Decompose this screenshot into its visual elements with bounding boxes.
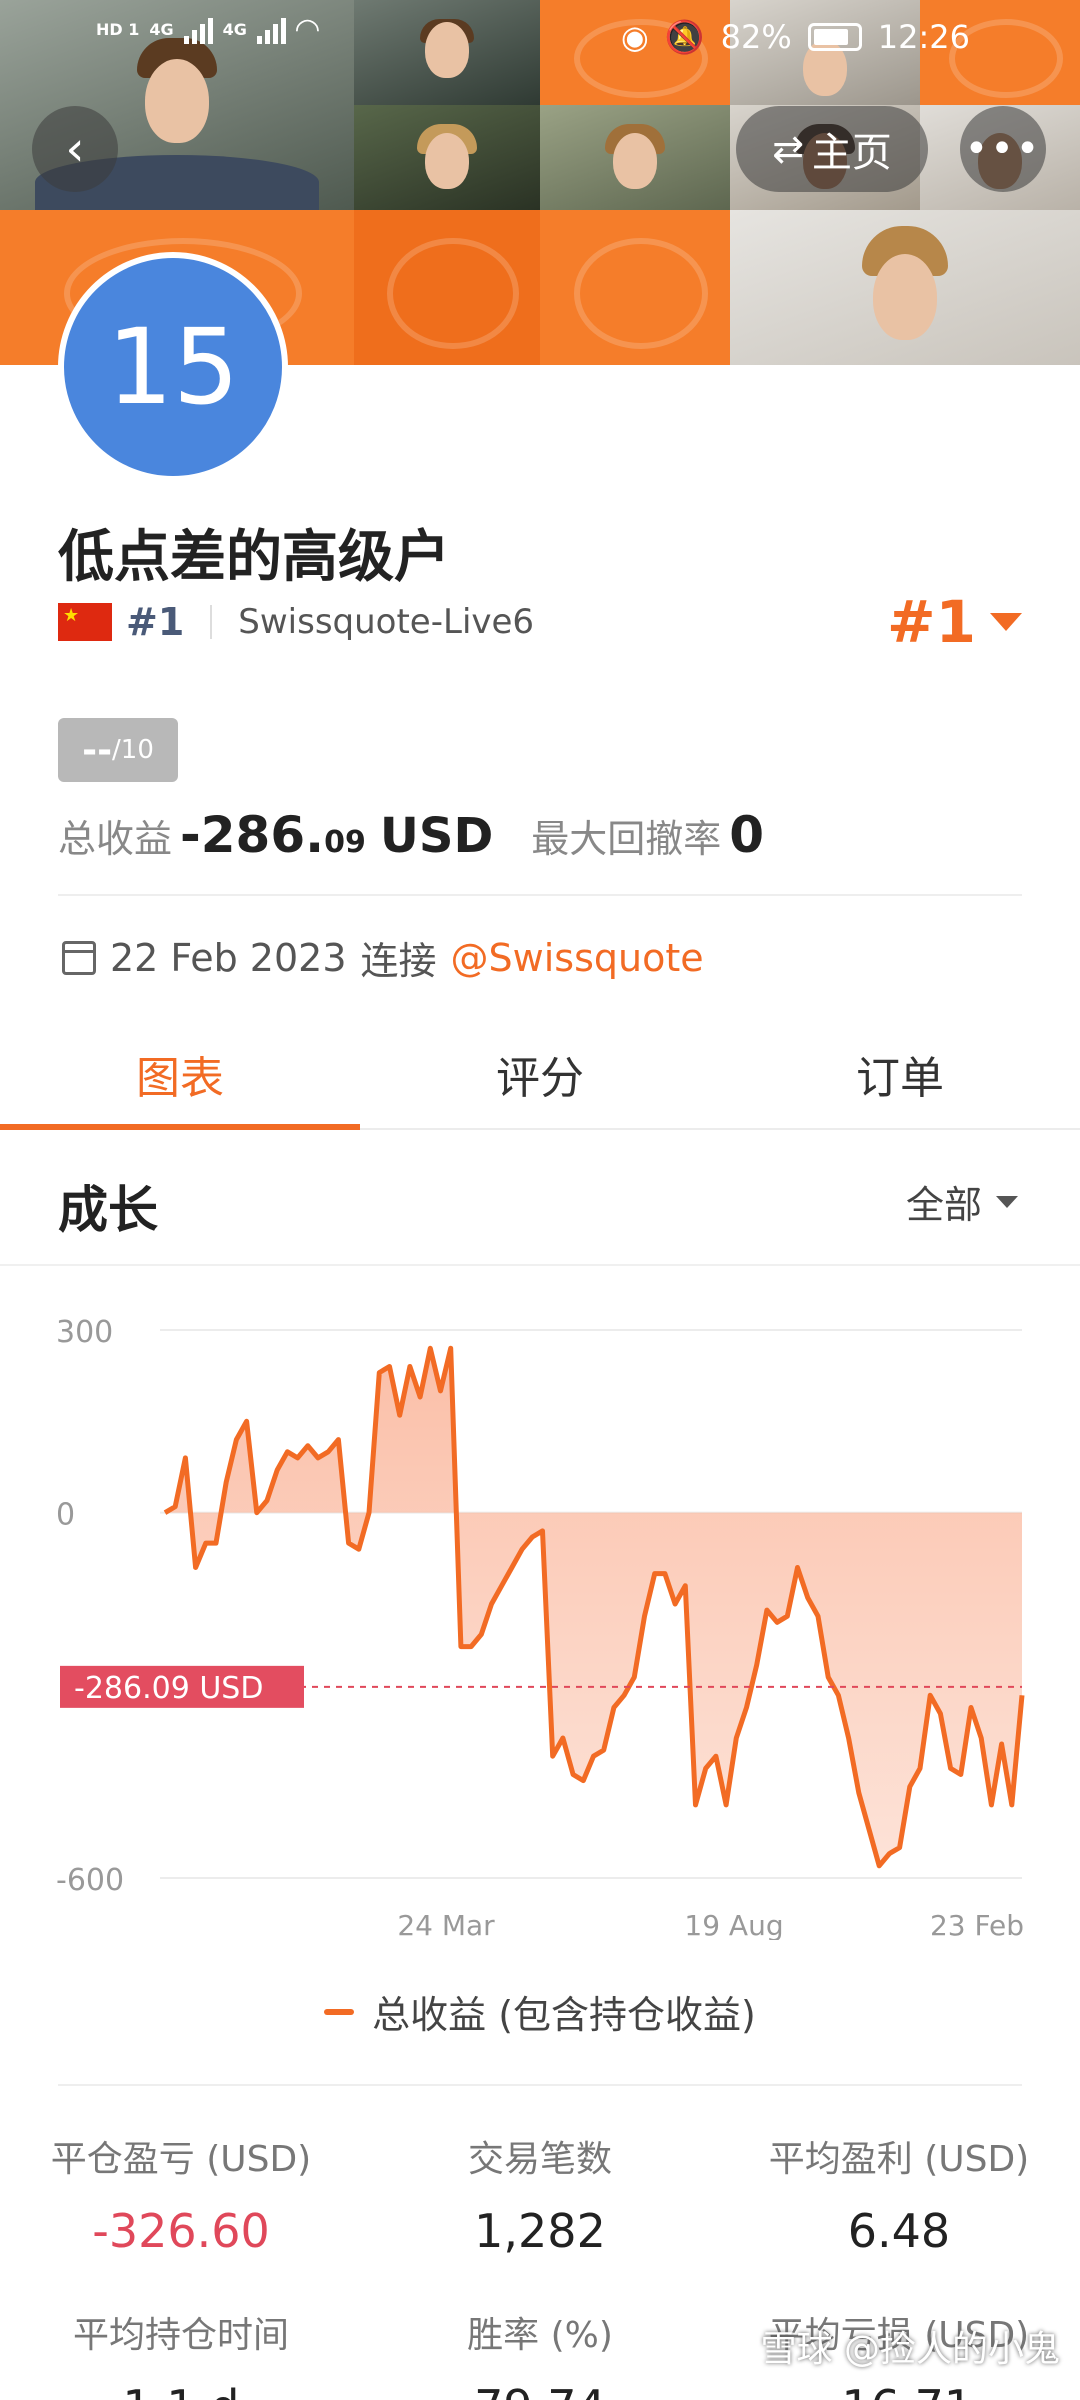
connect-date: 22 Feb 2023 [110, 935, 347, 980]
y-tick-label: 300 [56, 1315, 113, 1350]
banner-photo-tile [540, 105, 730, 210]
stat-win-rate: 胜率 (%) 79.74 [375, 2306, 705, 2400]
score-max: /10 [112, 735, 154, 765]
stat-value: -326.60 [92, 2204, 270, 2258]
section-header: 成长 全部 [0, 1130, 1080, 1266]
chart-legend: 总收益 (包含持仓收益) [0, 1984, 1080, 2039]
status-right: ◉ 🔕 82% 12:26 [621, 18, 970, 56]
divider [58, 894, 1022, 896]
watermark: 雪球 @捡人的小鬼 [760, 2329, 1060, 2370]
swap-icon: ⇄ [772, 127, 804, 171]
home-label: 主页 [811, 130, 892, 176]
rank-dropdown[interactable]: #1 [887, 588, 1022, 656]
connect-handle-link[interactable]: @Swissquote [451, 936, 704, 980]
stat-label: 平均盈利 (USD) [768, 2139, 1030, 2180]
clock: 12:26 [877, 18, 970, 56]
more-dots-icon: ••• [964, 126, 1042, 172]
connect-label: 连接 [360, 939, 437, 983]
legend-swatch [324, 2008, 355, 2015]
stat-label: 平均持仓时间 [72, 2315, 289, 2356]
caret-down-icon [990, 613, 1022, 631]
stat-trade-count: 交易笔数 1,282 [375, 2130, 705, 2258]
drawdown-value: 0 [729, 806, 765, 864]
home-button[interactable]: ⇄ 主页 [736, 106, 928, 192]
y-tick-label: 0 [56, 1498, 75, 1533]
sim1-badge: HD 1 [96, 20, 140, 39]
stat-closed-pnl: 平仓盈亏 (USD) -326.60 [16, 2130, 346, 2258]
banner-photo-tile [730, 210, 1080, 365]
tab-chart[interactable]: 图表 [0, 1020, 360, 1130]
avatar-text: 15 [106, 306, 240, 428]
broker-name[interactable]: Swissquote-Live6 [238, 602, 534, 642]
stat-value: -16.71 [734, 2380, 1064, 2400]
eye-icon: ◉ [620, 18, 649, 56]
total-profit-unit: USD [379, 808, 494, 864]
battery-icon [807, 23, 862, 51]
rank-big-label: #1 [887, 588, 976, 656]
signal-icon [183, 16, 213, 44]
banner-pattern-tile [540, 210, 730, 365]
calendar-icon [62, 940, 96, 975]
stat-value: 6.48 [847, 2204, 951, 2258]
more-button[interactable]: ••• [960, 106, 1046, 192]
drawdown-label: 最大回撤率 [531, 817, 722, 861]
range-label: 全部 [905, 1183, 982, 1227]
wifi-icon: ◠ [295, 12, 319, 47]
current-value-label: -286.09 USD [74, 1671, 263, 1706]
stat-value: 1.1 d [16, 2380, 346, 2400]
series-area [165, 1348, 1022, 1866]
total-profit-label: 总收益 [58, 817, 173, 861]
avatar: 15 [58, 252, 288, 482]
battery-percent: 82% [720, 18, 792, 56]
chevron-left-icon: ‹ [65, 121, 85, 177]
stat-avg-profit: 平均盈利 (USD) 6.48 [734, 2130, 1064, 2258]
y-tick-label: -600 [56, 1863, 124, 1898]
y-axis: 300 0 -600 [56, 1315, 124, 1898]
rank-small: #1 [126, 600, 185, 644]
divider [210, 605, 213, 639]
china-flag-icon [58, 603, 112, 641]
banner-pattern-tile [354, 210, 540, 365]
banner-photo-tile [354, 105, 540, 210]
connect-line: 22 Feb 2023 连接 @Swissquote [62, 930, 704, 985]
tab-bar: 图表 评分 订单 [0, 1020, 1080, 1130]
x-axis: 24 Mar 19 Aug 23 Feb [397, 1909, 1024, 1940]
bell-muted-icon: 🔕 [664, 18, 705, 56]
total-profit-value: -286.09 [180, 806, 366, 864]
network-label-2: 4G [222, 20, 247, 39]
profit-summary: 总收益 -286.09 USD 最大回撤率 0 [58, 806, 764, 864]
tab-orders[interactable]: 订单 [720, 1020, 1080, 1128]
signal-icon [256, 16, 286, 44]
section-title: 成长 [58, 1181, 158, 1239]
stat-value: 79.74 [375, 2380, 705, 2400]
caret-down-icon [996, 1195, 1018, 1208]
stat-label: 平仓盈亏 (USD) [50, 2139, 312, 2180]
stat-label: 交易笔数 [467, 2139, 612, 2180]
page-title: 低点差的高级户 [58, 525, 450, 590]
tab-rating[interactable]: 评分 [360, 1020, 720, 1128]
growth-chart: 300 0 -600 24 Mar 19 Aug 23 Feb -286.09 USD [56, 1315, 1025, 1940]
network-label-1: 4G [149, 20, 174, 39]
x-tick-label: 24 Mar [397, 1909, 495, 1940]
stat-label: 胜率 (%) [467, 2315, 613, 2356]
stat-avg-hold-time: 平均持仓时间 1.1 d [16, 2306, 346, 2400]
status-left: HD 1 4G 4G ◠ [96, 12, 319, 47]
profile-subline: #1 Swissquote-Live6 [58, 600, 534, 644]
x-tick-label: 19 Aug [684, 1909, 783, 1940]
score-badge: --/10 [58, 718, 178, 782]
divider [58, 2084, 1022, 2086]
x-tick-label: 23 Feb [930, 1909, 1024, 1940]
score-value: -- [82, 729, 113, 771]
status-bar: HD 1 4G 4G ◠ ◉ 🔕 82% 12:26 [0, 0, 1080, 80]
back-button[interactable]: ‹ [32, 106, 118, 192]
range-select[interactable]: 全部 [906, 1174, 1018, 1229]
legend-label: 总收益 (包含持仓收益) [372, 1993, 756, 2037]
stat-value: 1,282 [474, 2204, 606, 2258]
